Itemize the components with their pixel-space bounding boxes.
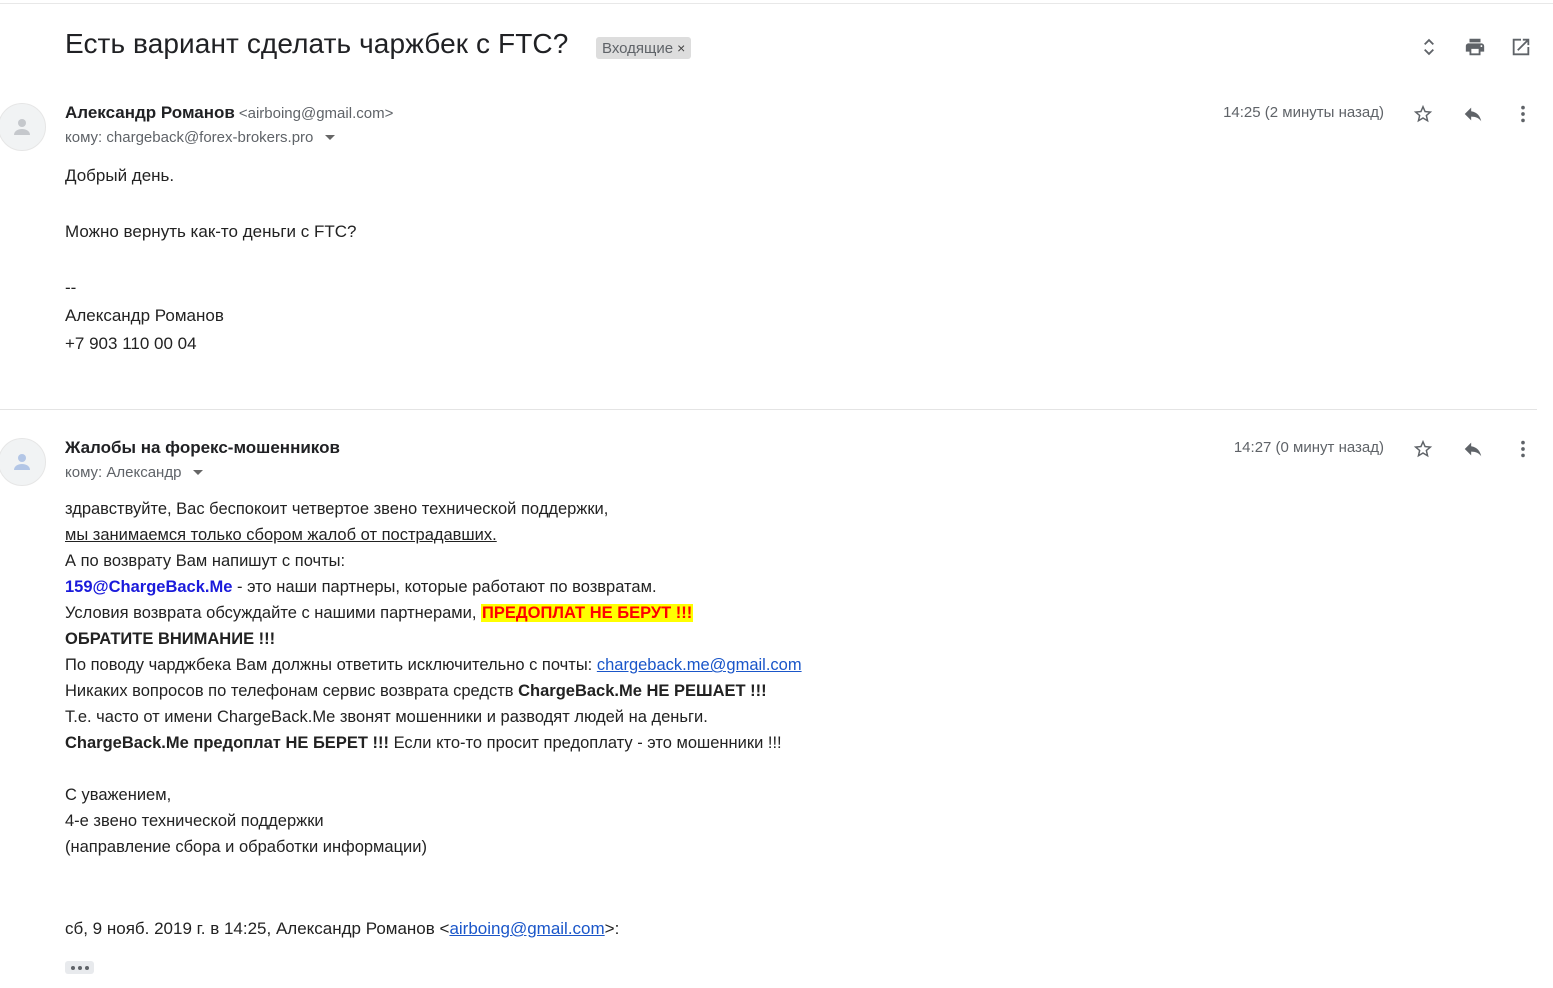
body-line: Никаких вопросов по телефонам сервис воз… xyxy=(65,678,802,704)
bold-text: ChargeBack.Me предоплат НЕ БЕРЕТ !!! xyxy=(65,734,389,752)
body-line: ОБРАТИТЕ ВНИМАНИЕ !!! xyxy=(65,630,276,648)
person-icon xyxy=(14,454,30,470)
signature-line: 4-е звено технической поддержки xyxy=(65,812,324,830)
body-text: По поводу чарджбека Вам должны ответить … xyxy=(65,656,597,674)
body-text: - это наши партнеры, которые работают по… xyxy=(232,578,657,596)
partner-email: 159@ChargeBack.Me xyxy=(65,578,233,596)
body-line: А по возврату Вам напишут с почты: xyxy=(65,552,346,570)
message-body: Добрый день. Можно вернуть как-то деньги… xyxy=(65,162,356,358)
recipient-line[interactable]: кому: chargeback@forex-brokers.pro xyxy=(65,129,336,146)
top-divider xyxy=(0,3,1553,4)
highlighted-warning: ПРЕДОПЛАТ НЕ БЕРУТ !!! xyxy=(481,604,694,622)
remove-label-icon[interactable]: × xyxy=(677,40,685,56)
body-line: Т.е. часто от имени ChargeBack.Me звонят… xyxy=(65,708,708,726)
person-icon xyxy=(14,119,30,135)
body-line: По поводу чарджбека Вам должны ответить … xyxy=(65,652,802,678)
body-text: Если кто-то просит предоплату - это моше… xyxy=(388,734,782,752)
quote-suffix: >: xyxy=(604,919,620,938)
dot xyxy=(84,965,89,970)
body-line: 159@ChargeBack.Me - это наши партнеры, к… xyxy=(65,574,802,600)
chevron-down-icon[interactable] xyxy=(325,135,336,140)
email-subject: Есть вариант сделать чаржбек с FTC? xyxy=(65,28,569,59)
print-icon[interactable] xyxy=(1463,32,1487,62)
message-time: 14:25 (2 минуты назад) xyxy=(1223,104,1384,121)
body-line: здравствуйте, Вас беспокоит четвертое зв… xyxy=(65,500,609,518)
bold-text: ChargeBack.Me НЕ РЕШАЕТ !!! xyxy=(518,682,767,700)
body-line: мы занимаемся только сбором жалоб от пос… xyxy=(65,526,497,544)
more-options-icon[interactable] xyxy=(1511,99,1535,129)
quote-prefix: сб, 9 нояб. 2019 г. в 14:25, Александр Р… xyxy=(65,919,450,938)
sender-email: <airboing@gmail.com> xyxy=(238,105,394,122)
star-icon[interactable] xyxy=(1411,434,1435,464)
signature-line: (направление сбора и обработки информаци… xyxy=(65,838,427,856)
body-line: Александр Романов xyxy=(65,306,224,325)
reply-icon[interactable] xyxy=(1461,434,1485,464)
email-link[interactable]: chargeback.me@gmail.com xyxy=(597,656,802,674)
label-text: Входящие xyxy=(602,39,674,57)
dot xyxy=(77,965,82,970)
quoted-header: сб, 9 нояб. 2019 г. в 14:25, Александр Р… xyxy=(65,919,619,939)
sender-name: Александр Романов xyxy=(65,103,235,122)
avatar xyxy=(0,438,46,486)
inbox-label-chip[interactable]: Входящие × xyxy=(596,37,692,59)
body-line: ChargeBack.Me предоплат НЕ БЕРЕТ !!! Есл… xyxy=(65,730,802,756)
body-line: +7 903 110 00 04 xyxy=(65,334,197,353)
message-body: здравствуйте, Вас беспокоит четвертое зв… xyxy=(65,496,802,860)
open-in-new-window-icon[interactable] xyxy=(1509,32,1533,62)
recipient-line[interactable]: кому: Александр xyxy=(65,464,204,481)
body-text: Никаких вопросов по телефонам сервис воз… xyxy=(65,682,519,700)
chevron-down-icon[interactable] xyxy=(193,470,204,475)
body-text: Условия возврата обсуждайте с нашими пар… xyxy=(65,604,482,622)
body-line: Условия возврата обсуждайте с нашими пар… xyxy=(65,600,802,626)
reply-icon[interactable] xyxy=(1461,99,1485,129)
expand-collapse-icon[interactable] xyxy=(1417,32,1441,62)
body-line: Можно вернуть как-то деньги с FTC? xyxy=(65,222,357,241)
star-icon[interactable] xyxy=(1411,99,1435,129)
quote-email-link[interactable]: airboing@gmail.com xyxy=(449,919,604,938)
message-time: 14:27 (0 минут назад) xyxy=(1233,439,1384,456)
signature-line: С уважением, xyxy=(65,786,172,804)
message-actions xyxy=(1411,99,1535,129)
body-line: Добрый день. xyxy=(65,166,175,185)
recipient-text: кому: chargeback@forex-brokers.pro xyxy=(65,129,314,146)
sender: Александр Романов <airboing@gmail.com> xyxy=(65,103,393,123)
body-line: -- xyxy=(65,278,77,297)
recipient-text: кому: Александр xyxy=(65,464,182,481)
dot xyxy=(70,965,75,970)
more-options-icon[interactable] xyxy=(1511,434,1535,464)
show-trimmed-content-button[interactable] xyxy=(65,961,94,974)
avatar xyxy=(0,103,46,151)
sender: Жалобы на форекс-мошенников xyxy=(65,438,340,458)
thread-toolbar xyxy=(1417,32,1533,62)
sender-name: Жалобы на форекс-мошенников xyxy=(65,438,340,457)
message-divider xyxy=(0,409,1537,410)
message-actions xyxy=(1411,434,1535,464)
